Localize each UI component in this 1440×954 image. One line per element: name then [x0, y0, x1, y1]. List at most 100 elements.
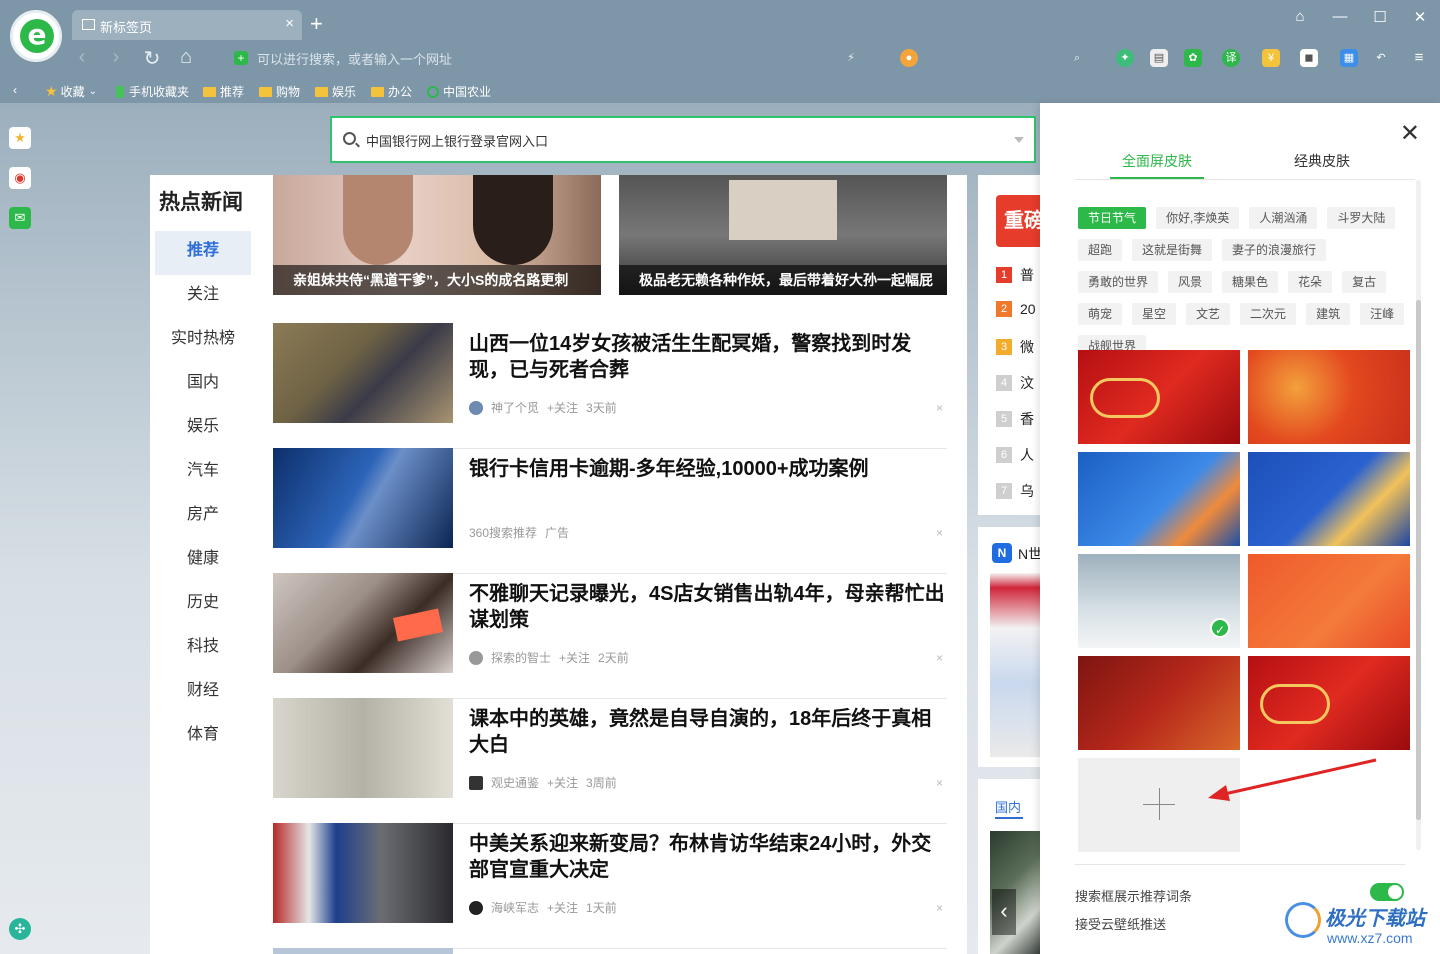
skin-tag[interactable]: 二次元: [1240, 303, 1297, 325]
bookmark-folder-shopping[interactable]: 购物: [259, 83, 300, 100]
mail-icon[interactable]: ✉: [9, 207, 31, 229]
skin-thumbnail[interactable]: [1248, 656, 1410, 750]
category-item[interactable]: 关注: [155, 275, 251, 319]
dismiss-icon[interactable]: ×: [936, 901, 943, 915]
close-tab-icon[interactable]: ×: [285, 15, 294, 32]
category-item[interactable]: 健康: [155, 539, 251, 583]
bookmark-mobile[interactable]: 手机收藏夹: [116, 83, 189, 100]
hot-list-item[interactable]: 1普: [996, 265, 1034, 285]
maximize-button[interactable]: ☐: [1368, 8, 1392, 26]
back-icon[interactable]: ‹: [70, 46, 94, 69]
weibo-icon[interactable]: ◉: [9, 167, 31, 189]
search-box[interactable]: [330, 116, 1036, 163]
skin-tag[interactable]: 妻子的浪漫旅行: [1222, 239, 1327, 261]
undo-icon[interactable]: ↶: [1372, 49, 1390, 67]
category-item[interactable]: 实时热榜: [155, 319, 251, 363]
news-source[interactable]: 探索的智士: [491, 649, 551, 666]
skin-tag[interactable]: 糖果色: [1222, 271, 1279, 293]
category-item[interactable]: 国内: [155, 363, 251, 407]
bookmark-abc[interactable]: 中国农业: [427, 83, 491, 100]
hot-list-item[interactable]: 7乌: [996, 481, 1034, 501]
tab-new-tab[interactable]: 新标签页 ×: [72, 10, 302, 40]
hot-list-item[interactable]: 6人: [996, 445, 1034, 465]
news-source[interactable]: 观史通鉴: [491, 774, 539, 791]
skin-tag[interactable]: 花朵: [1288, 271, 1333, 293]
hot-list-item[interactable]: 3微: [996, 337, 1034, 357]
bookmark-favorites[interactable]: ★ 收藏 ⌄: [45, 83, 97, 100]
forward-icon[interactable]: ›: [104, 46, 128, 69]
close-drawer-icon[interactable]: ✕: [1400, 119, 1420, 148]
skin-thumbnail[interactable]: [1078, 452, 1240, 546]
sidebar-tools-icon[interactable]: ✣: [9, 918, 31, 940]
category-item[interactable]: 历史: [155, 583, 251, 627]
dismiss-icon[interactable]: ×: [936, 776, 943, 790]
follow-link[interactable]: +关注: [559, 649, 590, 666]
follow-link[interactable]: +关注: [547, 774, 578, 791]
news-item[interactable]: 中美关系迎来新变局？布林肯访华结束24小时，外交部官宣重大决定 海峡军志 +关注…: [273, 823, 947, 949]
search-icon[interactable]: ⌕: [1068, 49, 1086, 67]
tab-domestic[interactable]: 国内: [995, 797, 1021, 816]
hot-list-item[interactable]: 2 20: [996, 301, 1036, 317]
skin-thumbnail[interactable]: [1248, 350, 1410, 444]
category-item[interactable]: 娱乐: [155, 407, 251, 451]
menu-icon[interactable]: ≡: [1410, 49, 1428, 67]
skin-thumbnail[interactable]: [1078, 656, 1240, 750]
category-item[interactable]: 房产: [155, 495, 251, 539]
category-item[interactable]: 体育: [155, 715, 251, 759]
follow-link[interactable]: +关注: [547, 899, 578, 916]
news-source[interactable]: 海峡军志: [491, 899, 539, 916]
news-item[interactable]: 山西一位14岁女孩被活生生配冥婚，警察找到时发现，已与死者合葬 神了个觅 +关注…: [273, 323, 947, 449]
skin-thumbnail[interactable]: [1248, 452, 1410, 546]
lightning-icon[interactable]: ⚡: [842, 49, 860, 67]
new-tab-button[interactable]: +: [310, 11, 323, 37]
follow-link[interactable]: +关注: [547, 399, 578, 416]
category-item[interactable]: 汽车: [155, 451, 251, 495]
skin-tag[interactable]: 星空: [1132, 303, 1177, 325]
skin-tag[interactable]: 文艺: [1186, 303, 1231, 325]
gamepad-icon[interactable]: ◼: [1300, 49, 1318, 67]
news-title[interactable]: 银行卡信用卡逾期-多年经验,10000+成功案例: [469, 456, 949, 482]
reader-icon[interactable]: ▤: [1150, 49, 1168, 67]
skin-shirt-icon[interactable]: ⌂: [1288, 8, 1312, 25]
close-window-button[interactable]: ✕: [1408, 8, 1432, 26]
news-title[interactable]: 不雅聊天记录曝光，4S店女销售出轨4年，母亲帮忙出谋划策: [469, 581, 949, 633]
tab-classic-skins[interactable]: 经典皮肤: [1294, 151, 1350, 179]
favorites-star-icon[interactable]: ★: [9, 127, 31, 149]
dismiss-icon[interactable]: ×: [936, 401, 943, 415]
skin-thumbnail[interactable]: [1248, 554, 1410, 648]
address-bar[interactable]: + 可以进行搜索，或者输入一个网址: [232, 48, 1112, 68]
skin-tag[interactable]: 建筑: [1306, 303, 1351, 325]
drawer-scrollbar[interactable]: [1416, 180, 1421, 850]
bookmarks-collapse-icon[interactable]: ‹: [13, 83, 17, 97]
apps-icon[interactable]: ▦: [1340, 49, 1358, 67]
tab-fullscreen-skins[interactable]: 全面屏皮肤: [1110, 151, 1204, 179]
category-item[interactable]: 科技: [155, 627, 251, 671]
skin-tag[interactable]: 节日节气: [1078, 207, 1147, 229]
dismiss-icon[interactable]: ×: [936, 526, 943, 540]
dropdown-caret-icon[interactable]: [1014, 137, 1024, 143]
news-item[interactable]: 课本中的英雄，竟然是自导自演的，18年后终于真相大白 观史通鉴 +关注 3周前 …: [273, 698, 947, 824]
bookmark-folder-office[interactable]: 办公: [371, 83, 412, 100]
home-icon[interactable]: ⌂: [174, 46, 198, 69]
skin-tag[interactable]: 超跑: [1078, 239, 1123, 261]
skin-tag[interactable]: 汪峰: [1360, 303, 1405, 325]
category-item[interactable]: 推荐: [155, 231, 251, 275]
skin-tag[interactable]: 勇敢的世界: [1078, 271, 1159, 293]
news-item[interactable]: 不雅聊天记录曝光，4S店女销售出轨4年，母亲帮忙出谋划策 探索的智士 +关注 2…: [273, 573, 947, 699]
skin-thumbnail-selected[interactable]: ✓: [1078, 554, 1240, 648]
skin-tag[interactable]: 人潮汹涌: [1249, 207, 1318, 229]
search-engine-icon[interactable]: ●: [900, 49, 918, 67]
bookmark-folder-recommend[interactable]: 推荐: [203, 83, 244, 100]
game-icon[interactable]: ✿: [1184, 49, 1202, 67]
news-title[interactable]: 中美关系迎来新变局？布林肯访华结束24小时，外交部官宣重大决定: [469, 831, 949, 883]
news-source[interactable]: 神了个觅: [491, 399, 539, 416]
search-input[interactable]: [366, 130, 986, 150]
skin-tag[interactable]: 斗罗大陆: [1327, 207, 1396, 229]
skin-tag[interactable]: 你好,李焕英: [1156, 207, 1240, 229]
translate-icon[interactable]: 译: [1222, 49, 1240, 67]
minimize-button[interactable]: —: [1328, 8, 1352, 25]
refresh-icon[interactable]: ↻: [140, 46, 164, 71]
chatgpt-icon[interactable]: ✦: [1116, 49, 1134, 67]
skin-tag[interactable]: 萌宠: [1078, 303, 1123, 325]
news-banner[interactable]: 亲姐妹共侍“黑道干爹”，大小S的成名路更刺: [273, 175, 601, 295]
